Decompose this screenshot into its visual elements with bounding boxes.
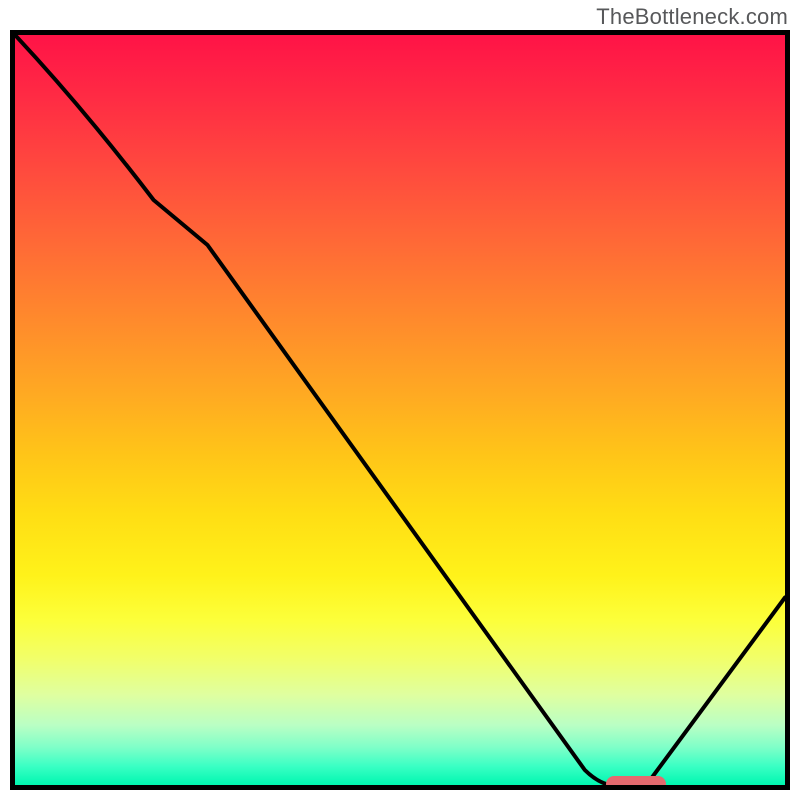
chart-plot-area [10,30,790,790]
watermark-text: TheBottleneck.com [596,4,788,30]
chart-marker-pill [606,776,666,790]
chart-frame [10,30,790,790]
chart-curve [15,35,785,785]
curve-path [15,35,785,785]
